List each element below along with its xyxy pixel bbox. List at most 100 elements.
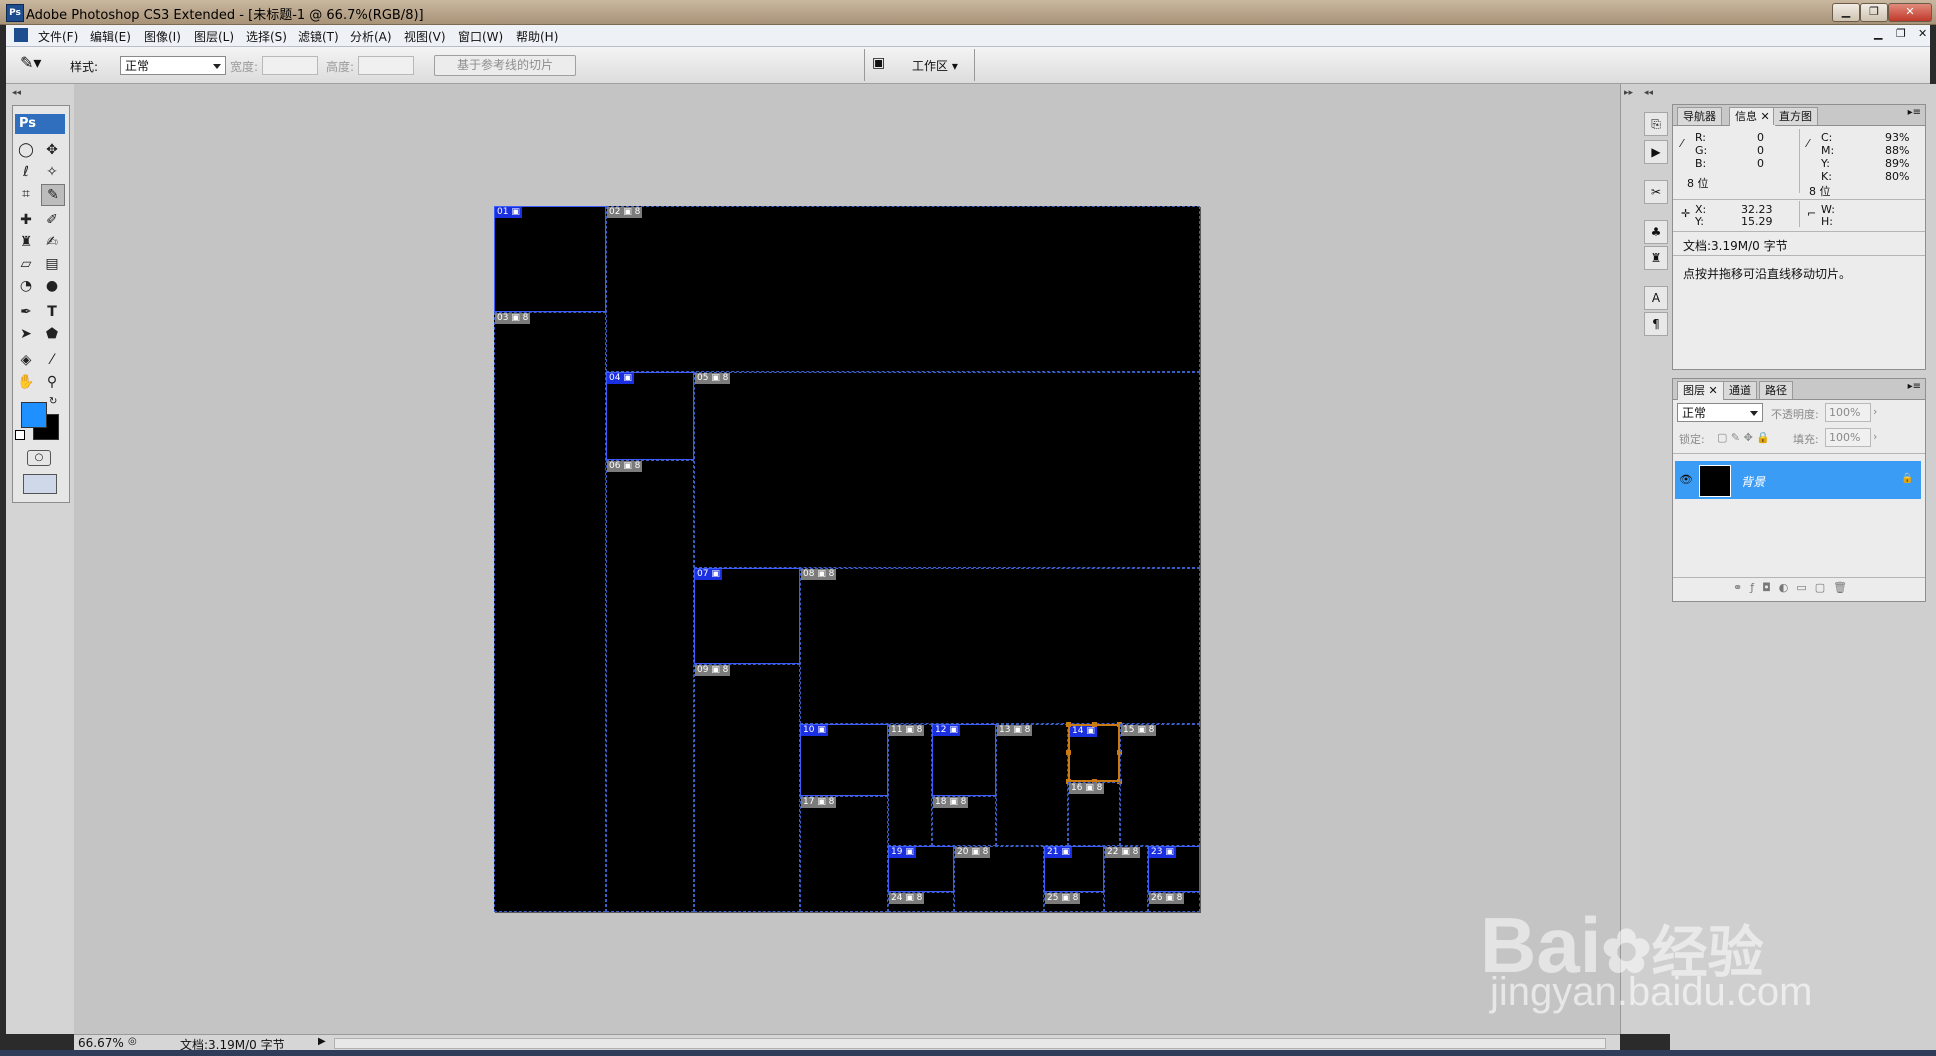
dodge-tool-icon[interactable]: ● xyxy=(41,276,63,296)
eyedropper-tool-icon[interactable]: ⁄ xyxy=(41,350,63,370)
slice-25[interactable]: 25 ▣ 8 xyxy=(1044,892,1104,912)
slice-select-tool-icon[interactable]: ✎ xyxy=(41,184,65,206)
slice-06[interactable]: 06 ▣ 8 xyxy=(606,460,694,912)
doc-minimize-icon[interactable]: ▁ xyxy=(1874,27,1882,40)
slice-24[interactable]: 24 ▣ 8 xyxy=(888,892,954,912)
slice-10[interactable]: 10 ▣ xyxy=(800,724,888,796)
slice-21[interactable]: 21 ▣ xyxy=(1044,846,1104,892)
character-panel-icon[interactable]: A xyxy=(1644,286,1668,310)
slice-09[interactable]: 09 ▣ 8 xyxy=(694,664,800,912)
resize-handle[interactable] xyxy=(1066,722,1071,727)
collapse-arrows-icon[interactable]: ◂◂ xyxy=(12,88,21,98)
tab-layers[interactable]: 图层 ✕ xyxy=(1677,381,1724,400)
tab-channels[interactable]: 通道 xyxy=(1723,381,1757,399)
layer-name[interactable]: 背景 xyxy=(1741,473,1765,490)
custom-shape-tool-icon[interactable]: ⬟ xyxy=(41,324,63,344)
panel-menu-icon[interactable]: ▸≡ xyxy=(1908,381,1921,392)
actions-panel-icon[interactable]: ▶ xyxy=(1644,140,1668,164)
slice-11[interactable]: 11 ▣ 8 xyxy=(888,724,932,846)
workspace-menu[interactable]: 工作区 ▾ xyxy=(912,57,958,74)
clone-source-panel-icon[interactable]: ♜ xyxy=(1644,246,1668,270)
paragraph-panel-icon[interactable]: ¶ xyxy=(1644,312,1668,336)
height-field[interactable] xyxy=(358,56,414,75)
fill-field[interactable]: 100% xyxy=(1825,428,1871,447)
menu-select[interactable]: 选择(S) xyxy=(246,28,287,45)
quick-mask-icon[interactable]: ○ xyxy=(27,450,51,466)
status-menu-arrow-icon[interactable]: ▶ xyxy=(318,1036,326,1047)
tab-navigator[interactable]: 导航器 xyxy=(1677,107,1722,125)
fill-arrow-icon[interactable]: › xyxy=(1873,430,1877,443)
default-colors-icon[interactable] xyxy=(15,430,25,440)
slice-05[interactable]: 05 ▣ 8 xyxy=(694,372,1200,568)
menu-file[interactable]: 文件(F) xyxy=(38,28,78,45)
opacity-arrow-icon[interactable]: › xyxy=(1873,405,1877,418)
layer-row-background[interactable]: 👁 背景 🔒 xyxy=(1675,461,1921,499)
panel-menu-icon[interactable]: ▸≡ xyxy=(1908,107,1921,118)
menu-image[interactable]: 图像(I) xyxy=(144,28,181,45)
lock-icons[interactable]: ▢ ✎ ✥ 🔒 xyxy=(1717,431,1770,444)
slice-22[interactable]: 22 ▣ 8 xyxy=(1104,846,1148,912)
file-browser-icon[interactable]: ▣ xyxy=(872,55,892,73)
slice-23[interactable]: 23 ▣ xyxy=(1148,846,1200,892)
zoom-tool-icon[interactable]: ⚲ xyxy=(41,372,63,392)
type-tool-icon[interactable]: T xyxy=(41,302,63,322)
tab-histogram[interactable]: 直方图 xyxy=(1773,107,1818,125)
slice-12[interactable]: 12 ▣ xyxy=(932,724,996,796)
doc-restore-icon[interactable]: ❐ xyxy=(1896,27,1906,40)
menu-filter[interactable]: 滤镜(T) xyxy=(298,28,339,45)
menu-layer[interactable]: 图层(L) xyxy=(194,28,234,45)
slice-01[interactable]: 01 ▣ xyxy=(494,206,606,312)
zoom-level[interactable]: 66.67% xyxy=(78,1036,124,1050)
pen-tool-icon[interactable]: ✒ xyxy=(15,302,37,322)
blur-tool-icon[interactable]: ◔ xyxy=(15,276,37,296)
screen-mode-icon[interactable] xyxy=(23,474,57,494)
gradient-tool-icon[interactable]: ▤ xyxy=(41,254,63,274)
slice-04[interactable]: 04 ▣ xyxy=(606,372,694,460)
history-panel-icon[interactable]: ⎘ xyxy=(1644,112,1668,136)
menu-view[interactable]: 视图(V) xyxy=(404,28,446,45)
path-selection-tool-icon[interactable]: ➤ xyxy=(15,324,37,344)
collapse-arrows-icon[interactable]: ◂◂ xyxy=(1644,88,1653,98)
healing-brush-tool-icon[interactable]: ✚ xyxy=(15,210,37,230)
marquee-tool-icon[interactable]: ◯ xyxy=(15,140,37,160)
slice-14-selected[interactable]: 14 ▣ xyxy=(1066,722,1122,784)
slice-26[interactable]: 26 ▣ 8 xyxy=(1148,892,1200,912)
brush-tool-icon[interactable]: ✐ xyxy=(41,210,63,230)
close-button[interactable]: ✕ xyxy=(1888,3,1932,22)
menu-analysis[interactable]: 分析(A) xyxy=(350,28,392,45)
slice-08[interactable]: 08 ▣ 8 xyxy=(800,568,1200,724)
resize-handle[interactable] xyxy=(1066,750,1071,755)
slice-13[interactable]: 13 ▣ 8 xyxy=(996,724,1068,846)
blend-mode-select[interactable]: 正常 xyxy=(1677,403,1763,422)
slice-02[interactable]: 02 ▣ 8 xyxy=(606,206,1200,372)
slice-18[interactable]: 18 ▣ 8 xyxy=(932,796,996,846)
clone-stamp-tool-icon[interactable]: ♜ xyxy=(15,232,37,252)
horizontal-scrollbar[interactable] xyxy=(334,1038,1606,1049)
history-brush-tool-icon[interactable]: ✍ xyxy=(41,232,63,252)
expand-arrows-icon[interactable]: ▸▸ xyxy=(1624,88,1633,98)
width-field[interactable] xyxy=(262,56,318,75)
move-tool-icon[interactable]: ✥ xyxy=(41,140,63,160)
slice-03[interactable]: 03 ▣ 8 xyxy=(494,312,606,912)
slice-07[interactable]: 07 ▣ xyxy=(694,568,800,664)
layer-footer-icons[interactable]: ⚭ƒ◘◐▭▢🗑 xyxy=(1733,581,1855,594)
tab-info[interactable]: 信息 ✕ xyxy=(1729,107,1776,126)
brushes-panel-icon[interactable]: ♣ xyxy=(1644,220,1668,244)
slice-20[interactable]: 20 ▣ 8 xyxy=(954,846,1044,912)
menu-help[interactable]: 帮助(H) xyxy=(516,28,558,45)
magic-wand-tool-icon[interactable]: ✧ xyxy=(41,162,63,182)
lasso-tool-icon[interactable]: ℓ xyxy=(15,162,37,182)
slices-from-guides-button[interactable]: 基于参考线的切片 xyxy=(434,55,576,76)
canvas[interactable]: 01 ▣ 02 ▣ 8 03 ▣ 8 04 ▣ 05 ▣ 8 06 ▣ 8 07… xyxy=(494,206,1200,912)
eye-visibility-icon[interactable]: 👁 xyxy=(1679,473,1693,486)
opacity-field[interactable]: 100% xyxy=(1825,403,1871,422)
minimize-button[interactable]: ▁ xyxy=(1832,3,1860,22)
eraser-tool-icon[interactable]: ▱ xyxy=(15,254,37,274)
tab-paths[interactable]: 路径 xyxy=(1759,381,1793,399)
tool-presets-panel-icon[interactable]: ✂ xyxy=(1644,180,1668,204)
menu-window[interactable]: 窗口(W) xyxy=(458,28,503,45)
hand-tool-icon[interactable]: ✋ xyxy=(15,372,37,392)
restore-button[interactable]: ❐ xyxy=(1860,3,1888,22)
3d-rotate-tool-icon[interactable]: ◈ xyxy=(15,350,37,370)
slice-15[interactable]: 15 ▣ 8 xyxy=(1120,724,1200,846)
